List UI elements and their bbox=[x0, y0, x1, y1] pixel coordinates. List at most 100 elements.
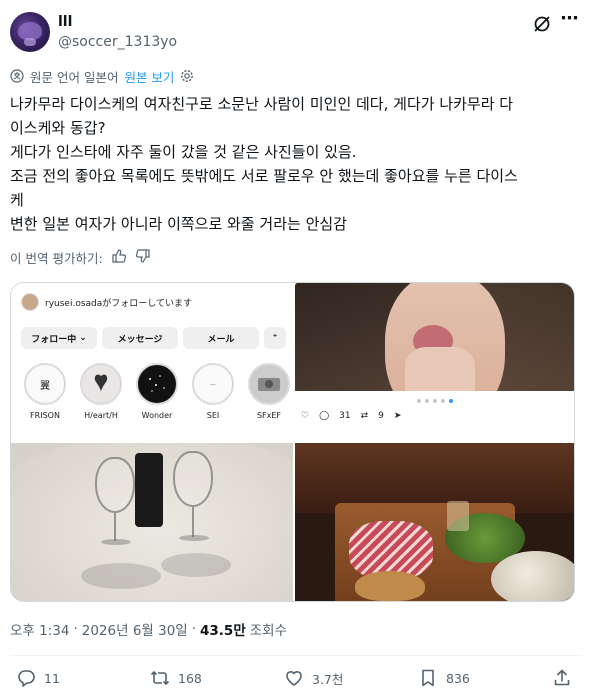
views-label: 조회수 bbox=[249, 623, 288, 639]
like-button[interactable]: 3.7천 bbox=[284, 668, 343, 688]
tweet-text: 나카무라 다이스케의 여자친구로 소문난 사람이 미인인 데다, 게다가 나카무… bbox=[10, 92, 582, 236]
ig-highlight-ring bbox=[248, 363, 290, 405]
display-name[interactable]: lll bbox=[58, 14, 72, 30]
ig-highlight-ring: 翼 bbox=[24, 363, 66, 405]
user-handle[interactable]: @soccer_1313yo bbox=[58, 34, 177, 50]
ig-highlight: Wonder bbox=[135, 363, 179, 420]
meta-separator: · bbox=[191, 621, 197, 637]
repost-icon bbox=[150, 668, 170, 688]
ig-followed-by: ryusei.osadaがフォローしています bbox=[21, 293, 192, 311]
ig-message-button: メッセージ bbox=[102, 327, 178, 349]
ig-highlight-label: H/eart/H bbox=[84, 411, 118, 420]
media-image-food[interactable] bbox=[295, 443, 574, 601]
meta-separator: · bbox=[73, 621, 78, 637]
ig-like-count: 31 bbox=[339, 411, 351, 421]
settings-gear-icon[interactable] bbox=[180, 69, 194, 83]
ig-highlight-label: Wonder bbox=[141, 411, 173, 420]
photo-glass-base bbox=[179, 535, 209, 541]
photo-hotpot bbox=[491, 551, 574, 601]
ig-followed-by-text: ryusei.osadaがフォローしています bbox=[45, 298, 192, 309]
rate-translation-label: 이 번역 평가하기: bbox=[10, 250, 103, 266]
ig-heart-icon: ♡ bbox=[301, 411, 310, 421]
reply-count: 11 bbox=[44, 670, 60, 686]
thumbs-up-icon[interactable] bbox=[111, 248, 127, 267]
ig-highlight-ring bbox=[136, 363, 178, 405]
ig-buttons: フォロー中 ⌄ メッセージ メール ⁺ bbox=[21, 327, 286, 349]
carousel-dot bbox=[441, 399, 445, 403]
ig-highlight-ring bbox=[80, 363, 122, 405]
tweet-header: lll @soccer_1313yo ⋯ bbox=[10, 8, 582, 52]
avatar[interactable] bbox=[10, 12, 50, 52]
ig-comment-icon: ◯ bbox=[319, 411, 330, 421]
photo-glass bbox=[173, 451, 213, 507]
reply-icon bbox=[16, 668, 36, 688]
ig-following-label: フォロー中 bbox=[31, 334, 77, 345]
ig-highlight-label: SFxEF bbox=[256, 411, 282, 420]
original-language-label: 원문 언어 일본어 bbox=[30, 69, 119, 85]
tweet-line: 변한 일본 여자가 아니라 이쪽으로 와줄 거라는 안심감 bbox=[10, 215, 347, 233]
show-original-link[interactable]: 원본 보기 bbox=[124, 67, 174, 86]
ig-highlight: 翼 FRISON bbox=[23, 363, 67, 420]
share-icon bbox=[552, 668, 572, 688]
photo-bottle bbox=[135, 453, 163, 527]
grok-icon[interactable] bbox=[530, 12, 554, 36]
media-image-wine-glasses[interactable] bbox=[11, 443, 293, 601]
tweet-date[interactable]: 2026년 6월 30일 bbox=[82, 619, 188, 639]
divider bbox=[10, 655, 582, 656]
ig-highlight: ~ SEI bbox=[191, 363, 235, 420]
more-options-icon[interactable]: ⋯ bbox=[558, 6, 582, 30]
tweet-line: 조금 전의 좋아요 목록에도 뜻밖에도 서로 팔로우 안 했는데 좋아요를 누른… bbox=[10, 167, 518, 185]
rate-translation: 이 번역 평가하기: bbox=[10, 247, 151, 267]
heart-icon bbox=[284, 668, 304, 688]
photo-glass bbox=[95, 457, 135, 513]
ig-message-label: メッセージ bbox=[117, 334, 163, 345]
tweet-line: 케 bbox=[10, 191, 24, 209]
chevron-down-icon: ⌄ bbox=[79, 333, 87, 343]
carousel-dot bbox=[425, 399, 429, 403]
carousel-dot-active bbox=[449, 399, 453, 403]
photo-bowl bbox=[355, 571, 425, 601]
tweet-line: 게다가 인스타에 자주 둘이 갔을 것 같은 사진들이 있음. bbox=[10, 143, 357, 161]
carousel-dot bbox=[417, 399, 421, 403]
share-button[interactable] bbox=[552, 668, 572, 688]
ig-email-label: メール bbox=[207, 334, 235, 345]
photo-shadow bbox=[81, 563, 161, 589]
tweet-time[interactable]: 오후 1:34 bbox=[10, 619, 69, 639]
photo-shadow bbox=[161, 553, 231, 577]
thumbs-down-icon[interactable] bbox=[135, 248, 151, 267]
ig-highlight-label: FRISON bbox=[30, 411, 60, 420]
ig-following-button: フォロー中 ⌄ bbox=[21, 327, 97, 349]
views-count: 43.5만 bbox=[200, 623, 246, 639]
ig-highlight: SFxEF bbox=[247, 363, 291, 420]
ig-repost-count: 9 bbox=[378, 411, 384, 421]
ig-share-icon: ➤ bbox=[393, 411, 402, 421]
carousel-dots bbox=[417, 399, 453, 403]
ig-repost-icon: ⇄ bbox=[360, 411, 369, 421]
carousel-dot bbox=[433, 399, 437, 403]
reply-button[interactable]: 11 bbox=[16, 668, 60, 688]
ig-add-user-icon: ⁺ bbox=[264, 327, 286, 349]
translate-icon bbox=[10, 69, 24, 83]
tweet-meta: 오후 1:34 · 2026년 6월 30일 · 43.5만 조회수 bbox=[10, 619, 287, 639]
repost-button[interactable]: 168 bbox=[150, 668, 202, 688]
like-count: 3.7천 bbox=[312, 671, 344, 687]
tweet-line: 나카무라 다이스케의 여자친구로 소문난 사람이 미인인 데다, 게다가 나카무… bbox=[10, 95, 514, 113]
photo-action-row: ♡ ◯ 31 ⇄ 9 ➤ bbox=[301, 411, 401, 421]
photo-drink-glass bbox=[447, 501, 469, 531]
media-grid: ryusei.osadaがフォローしています フォロー中 ⌄ メッセージ メール … bbox=[10, 282, 575, 602]
bookmark-count: 836 bbox=[446, 670, 470, 686]
media-image-instagram-profile[interactable]: ryusei.osadaがフォローしています フォロー中 ⌄ メッセージ メール … bbox=[11, 283, 293, 441]
action-bar: 11 168 3.7천 836 bbox=[10, 668, 582, 692]
photo-glass-stem bbox=[192, 507, 194, 537]
ig-highlight-label: SEI bbox=[206, 411, 220, 420]
tweet-line: 이스케와 동갑? bbox=[10, 119, 106, 137]
bookmark-button[interactable]: 836 bbox=[418, 668, 470, 688]
ig-highlight: H/eart/H bbox=[79, 363, 123, 420]
ig-email-button: メール bbox=[183, 327, 259, 349]
photo-glass-base bbox=[101, 539, 131, 545]
bookmark-icon bbox=[418, 668, 438, 688]
media-image-portrait[interactable]: ♡ ◯ 31 ⇄ 9 ➤ bbox=[295, 283, 574, 441]
ig-follower-avatar bbox=[21, 293, 39, 311]
repost-count: 168 bbox=[178, 670, 202, 686]
translation-info: 원문 언어 일본어 원본 보기 bbox=[10, 66, 194, 86]
